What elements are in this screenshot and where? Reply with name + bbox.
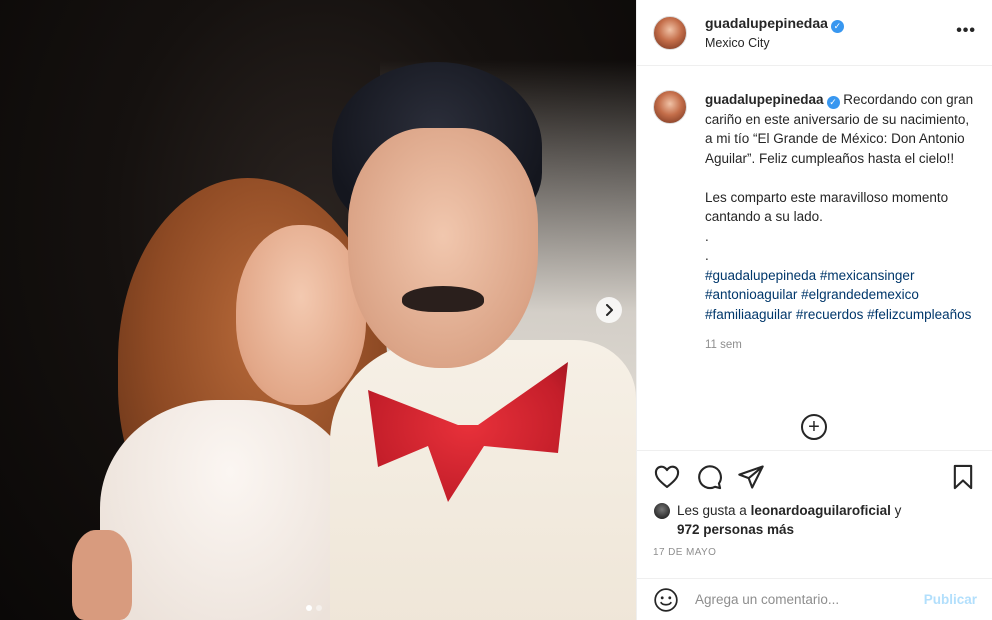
- comment-input[interactable]: [695, 592, 924, 607]
- post-header: guadalupepinedaa ✓ Mexico City •••: [637, 0, 992, 66]
- liker-avatar[interactable]: [653, 502, 671, 520]
- action-icons-row: [653, 463, 977, 491]
- more-options-icon[interactable]: •••: [956, 22, 976, 40]
- caption-time-ago[interactable]: 11 sem: [705, 336, 975, 356]
- caption-text: guadalupepinedaa ✓ Recordando con gran ca…: [705, 90, 975, 356]
- plus-circle-icon[interactable]: +: [801, 414, 827, 440]
- hashtag-link[interactable]: #guadalupepineda: [705, 268, 816, 283]
- carousel-indicator: [306, 605, 322, 611]
- comment-composer: Publicar: [637, 578, 992, 620]
- carousel-dot: [316, 605, 322, 611]
- liker-username[interactable]: leonardoaguilaroficial: [751, 503, 891, 518]
- heart-icon[interactable]: [653, 463, 681, 491]
- chevron-right-icon: [606, 304, 613, 316]
- publish-button[interactable]: Publicar: [924, 592, 977, 607]
- comment-bubble-icon[interactable]: [695, 463, 723, 491]
- likes-joiner: y: [894, 503, 902, 518]
- author-username[interactable]: guadalupepinedaa: [705, 15, 828, 31]
- post-actions: Les gusta a leonardoaguilaroficial y 972…: [637, 450, 992, 572]
- hashtag-link[interactable]: #antonioaguilar: [705, 287, 797, 302]
- paper-plane-icon[interactable]: [737, 463, 765, 491]
- photo-woman-face: [236, 225, 366, 405]
- likes-others-count[interactable]: 972 personas más: [677, 522, 794, 537]
- hashtag-link[interactable]: #familiaaguilar: [705, 307, 792, 322]
- verified-badge-icon: ✓: [826, 96, 840, 110]
- hashtag-link[interactable]: #mexicansinger: [820, 268, 915, 283]
- caption-dot-2: .: [705, 248, 709, 263]
- bookmark-icon[interactable]: [949, 463, 977, 491]
- caption-line-2: Les comparto este maravilloso momento ca…: [705, 189, 949, 225]
- caption-avatar[interactable]: [653, 90, 687, 124]
- carousel-next-button[interactable]: [596, 297, 622, 323]
- post-side-panel: guadalupepinedaa ✓ Mexico City ••• guadal…: [636, 0, 992, 620]
- likes-row: Les gusta a leonardoaguilaroficial y 972…: [653, 501, 977, 539]
- comments-section: guadalupepinedaa ✓ Recordando con gran ca…: [637, 66, 992, 450]
- photo-man-face: [348, 128, 538, 368]
- header-names: guadalupepinedaa ✓ Mexico City: [705, 15, 844, 50]
- carousel-dot-active: [306, 605, 312, 611]
- likes-prefix: Les gusta a: [677, 503, 747, 518]
- likes-summary: Les gusta a leonardoaguilaroficial y 972…: [677, 501, 901, 539]
- photo-man-body: [330, 340, 636, 620]
- caption-username[interactable]: guadalupepinedaa: [705, 92, 824, 107]
- smiley-icon[interactable]: [653, 587, 679, 613]
- author-avatar[interactable]: [653, 15, 687, 50]
- post-location[interactable]: Mexico City: [705, 36, 844, 50]
- post-photo[interactable]: [0, 0, 636, 620]
- verified-badge-icon: ✓: [830, 20, 844, 33]
- caption-row: guadalupepinedaa ✓ Recordando con gran ca…: [653, 90, 976, 356]
- hashtag-link[interactable]: #elgrandedemexico: [801, 287, 919, 302]
- caption-dot-1: .: [705, 228, 709, 244]
- post-date[interactable]: 17 DE MAYO: [653, 547, 977, 558]
- photo-mustache: [402, 286, 484, 312]
- hashtag-link[interactable]: #felizcumpleaños: [867, 307, 971, 322]
- photo-woman-body: [100, 400, 360, 620]
- hashtag-link[interactable]: #recuerdos: [796, 307, 864, 322]
- photo-hand: [72, 530, 132, 620]
